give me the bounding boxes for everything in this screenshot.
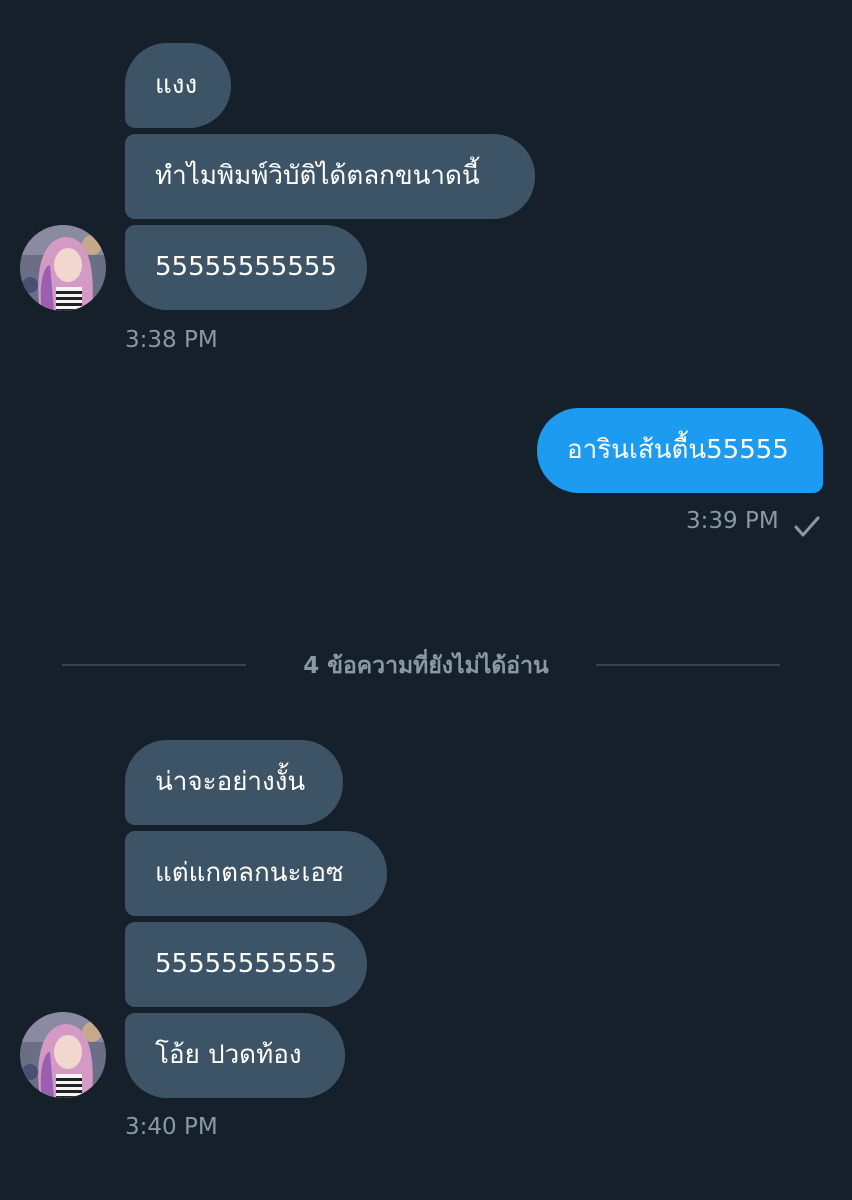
dm-conversation: แงง ทำไมพิมพ์วิบัติได้ตลกขนาดนี้ 5555555…	[0, 0, 852, 1200]
avatar[interactable]	[20, 225, 106, 311]
message-bubble-incoming[interactable]: 55555555555	[125, 922, 367, 1007]
divider-line-right	[596, 664, 780, 666]
message-bubble-incoming[interactable]: น่าจะอย่างงั้น	[125, 740, 343, 825]
message-bubble-incoming[interactable]: โอ้ย ปวดท้อง	[125, 1013, 345, 1098]
message-bubble-incoming[interactable]: แงง	[125, 43, 231, 128]
message-bubble-incoming[interactable]: 55555555555	[125, 225, 367, 310]
message-timestamp: 3:39 PM	[686, 508, 779, 534]
message-timestamp: 3:38 PM	[125, 327, 218, 353]
unread-divider-label: 4 ข้อความที่ยังไม่ได้อ่าน	[303, 653, 549, 679]
message-timestamp: 3:40 PM	[125, 1114, 218, 1140]
message-bubble-outgoing[interactable]: อารินเส้นตื้น55555	[537, 408, 823, 493]
message-bubble-incoming[interactable]: แต่แกตลกนะเอซ	[125, 831, 387, 916]
message-bubble-incoming[interactable]: ทำไมพิมพ์วิบัติได้ตลกขนาดนี้	[125, 134, 535, 219]
user-avatar-icon	[20, 225, 106, 311]
avatar[interactable]	[20, 1012, 106, 1098]
user-avatar-icon	[20, 1012, 106, 1098]
checkmark-icon	[794, 516, 820, 537]
